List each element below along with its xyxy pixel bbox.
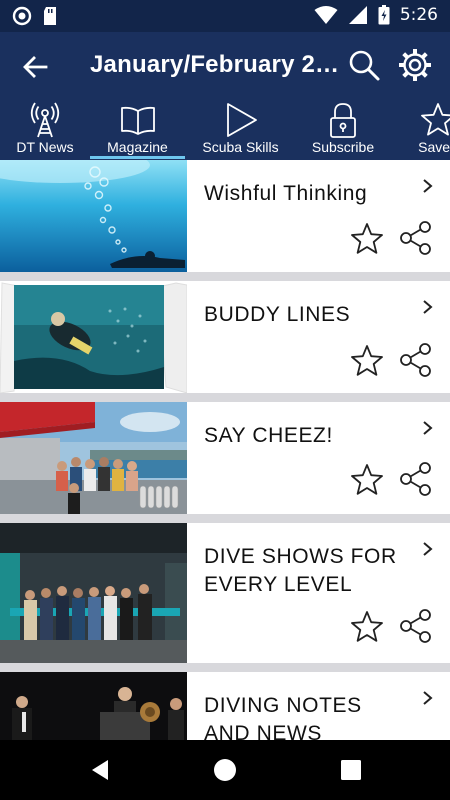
tab-label: Saved xyxy=(418,139,450,155)
system-nav-bar xyxy=(0,740,450,800)
chevron-right-icon xyxy=(423,421,433,435)
tab-label: DT News xyxy=(16,139,74,155)
antenna-icon xyxy=(30,102,60,138)
chevron-right-icon xyxy=(423,179,433,193)
nav-home-icon[interactable] xyxy=(213,758,237,782)
lock-icon xyxy=(330,103,356,138)
search-icon xyxy=(349,50,380,81)
favorite-star-icon[interactable] xyxy=(350,222,384,256)
list-item[interactable]: DIVING NOTES AND NEWS xyxy=(0,672,450,740)
share-icon[interactable] xyxy=(398,608,434,644)
tab-magazine[interactable]: Magazine xyxy=(90,100,185,160)
favorite-star-icon[interactable] xyxy=(350,463,384,497)
tab-label: Scuba Skills xyxy=(202,139,279,155)
tab-label: Magazine xyxy=(107,139,168,155)
page-title: January/February 20… xyxy=(90,51,346,78)
article-title: SAY CHEEZ! xyxy=(204,424,333,447)
list-item[interactable]: SAY CHEEZ! xyxy=(0,402,450,514)
sync-icon xyxy=(12,6,32,26)
list-item[interactable]: DIVE SHOWS FOR EVERY LEVEL xyxy=(0,523,450,663)
chevron-right-icon xyxy=(423,691,433,705)
favorite-star-icon[interactable] xyxy=(350,610,384,644)
article-list: Wishful Thinking BUDDY LINES SAY CHEEZ! … xyxy=(0,160,450,740)
share-icon[interactable] xyxy=(398,342,434,378)
tab-bar: DT News Magazine Scuba Skills Subscribe xyxy=(0,100,450,160)
battery-icon xyxy=(378,5,390,25)
share-icon[interactable] xyxy=(398,461,434,497)
chevron-right-icon xyxy=(423,300,433,314)
nav-recents-icon[interactable] xyxy=(339,758,363,782)
status-time: 5:26 xyxy=(399,5,438,25)
tab-dt-news[interactable]: DT News xyxy=(0,100,90,160)
star-icon xyxy=(421,103,450,136)
chevron-right-icon xyxy=(423,542,433,556)
back-arrow-icon xyxy=(23,56,48,78)
sd-card-icon xyxy=(44,7,56,25)
article-thumbnail xyxy=(0,523,187,663)
tab-label: Subscribe xyxy=(311,139,375,155)
wifi-icon xyxy=(314,6,338,24)
app-bar: January/February 20… xyxy=(0,32,450,100)
nav-back-icon[interactable] xyxy=(88,758,112,782)
play-icon xyxy=(226,103,257,137)
article-thumbnail xyxy=(0,281,187,393)
favorite-star-icon[interactable] xyxy=(350,344,384,378)
tab-scuba-skills[interactable]: Scuba Skills xyxy=(193,100,288,160)
active-tab-indicator xyxy=(90,156,185,159)
back-button[interactable] xyxy=(18,50,52,84)
status-bar: 5:26 xyxy=(0,0,450,32)
search-button[interactable] xyxy=(347,48,381,82)
article-thumbnail xyxy=(0,402,187,514)
gear-icon xyxy=(399,49,431,81)
article-thumbnail xyxy=(0,160,187,272)
article-title: DIVE SHOWS FOR EVERY LEVEL xyxy=(204,545,397,596)
article-thumbnail xyxy=(0,672,187,740)
book-icon xyxy=(120,106,155,135)
article-title: Wishful Thinking xyxy=(204,182,368,205)
share-icon[interactable] xyxy=(398,220,434,256)
tab-subscribe[interactable]: Subscribe xyxy=(297,100,389,160)
tab-saved[interactable]: Saved xyxy=(398,100,450,160)
settings-button[interactable] xyxy=(397,47,433,83)
signal-icon xyxy=(348,6,367,24)
list-item[interactable]: BUDDY LINES xyxy=(0,281,450,393)
list-item[interactable]: Wishful Thinking xyxy=(0,160,450,272)
article-title: DIVING NOTES AND NEWS xyxy=(204,694,362,740)
article-title: BUDDY LINES xyxy=(204,303,351,326)
